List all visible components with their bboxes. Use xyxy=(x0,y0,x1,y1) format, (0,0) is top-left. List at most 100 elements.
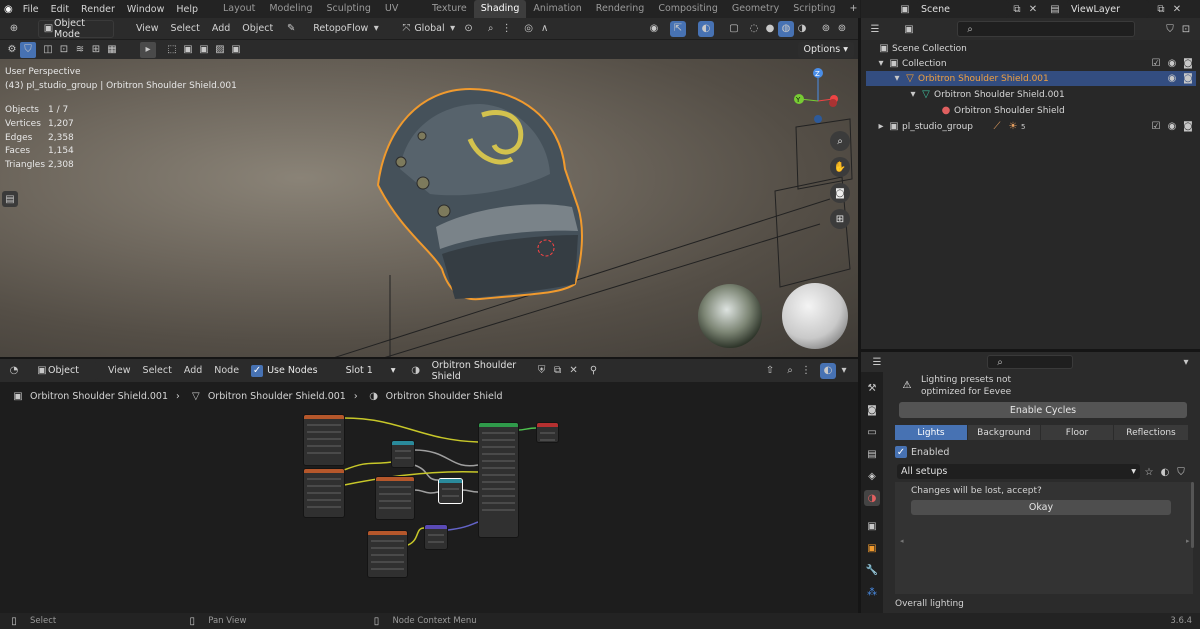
viewport-menu-select[interactable]: Select xyxy=(165,23,206,34)
duplicate-material-icon[interactable]: ⧉ xyxy=(550,363,566,379)
zoom-icon[interactable]: ⌕ xyxy=(830,131,850,151)
chevron-down-icon[interactable]: ▾ xyxy=(908,87,918,103)
collection-tab-icon[interactable]: ▣ xyxy=(864,518,880,534)
falloff-icon[interactable]: ∧ xyxy=(537,21,553,37)
properties-search-input[interactable]: ⌕ xyxy=(987,355,1073,369)
slot-selector[interactable]: Slot 1 ▾ xyxy=(341,361,400,380)
delete-view-layer-icon[interactable]: ✕ xyxy=(1169,1,1185,17)
ortho-grid-icon[interactable]: ⊞ xyxy=(830,209,850,229)
node-menu-view[interactable]: View xyxy=(102,365,137,376)
outliner-row-collection[interactable]: ▾ ▣ Collection ☑ ◉ ◙ xyxy=(866,56,1196,71)
chevron-down-icon[interactable]: ▾ xyxy=(1178,354,1194,370)
scene-icon[interactable]: ▣ xyxy=(897,1,913,17)
filter-icon[interactable]: ⛉ xyxy=(1162,21,1178,37)
checkbox-icon[interactable]: ☑ xyxy=(1148,56,1164,72)
tab-modeling[interactable]: Modeling xyxy=(262,0,319,18)
cursor-tool-icon[interactable]: ▸ xyxy=(140,41,156,58)
outliner-editor-type-icon[interactable]: ☰ xyxy=(867,21,883,37)
new-collection-icon[interactable]: ⊡ xyxy=(1178,21,1194,37)
transform-orientation-icon[interactable]: ⤧ xyxy=(398,21,414,37)
tab-texture-paint[interactable]: Texture Paint xyxy=(425,0,474,32)
gizmo-toggle-icon[interactable]: ⇱ xyxy=(670,20,686,37)
bump-node[interactable] xyxy=(424,524,448,550)
proportional-edit-icon[interactable]: ◎ xyxy=(521,21,537,37)
enabled-checkbox[interactable]: ✓ xyxy=(895,446,907,458)
shading-solid-icon[interactable]: ● xyxy=(762,21,778,37)
editor-type-icon[interactable]: ⊕ xyxy=(6,21,22,37)
tab-shading[interactable]: Shading xyxy=(473,0,527,18)
sidebar-toggle-icon[interactable]: ▤ xyxy=(2,191,18,207)
film-icon[interactable]: ▦ xyxy=(104,42,120,58)
3d-viewport[interactable]: Z Y User Perspective (43) pl_studio_grou… xyxy=(0,59,858,357)
menu-window[interactable]: Window xyxy=(121,4,170,15)
select-box-icon[interactable]: ⬚ xyxy=(164,42,180,58)
menu-file[interactable]: File xyxy=(17,4,45,15)
tab-uv-editing[interactable]: UV Editing xyxy=(378,0,425,32)
image-texture-node[interactable] xyxy=(303,468,345,518)
eye-icon[interactable]: ◉ xyxy=(1164,56,1180,72)
tab-compositing[interactable]: Compositing xyxy=(651,0,725,18)
properties-scrollbar[interactable] xyxy=(1191,482,1194,548)
new-view-layer-icon[interactable]: ⧉ xyxy=(1153,1,1169,17)
filter-icon[interactable]: ⛉ xyxy=(1173,464,1189,480)
tool-tab-icon[interactable]: ⚒ xyxy=(864,380,880,396)
shading-wireframe-icon[interactable]: ◌ xyxy=(746,21,762,37)
options-dropdown[interactable]: Options ▾ xyxy=(797,41,854,58)
object-tab-icon[interactable]: ▣ xyxy=(864,540,880,556)
mode-selector[interactable]: ▣ Object Mode xyxy=(38,18,114,40)
checkbox-icon[interactable]: ☑ xyxy=(1148,119,1164,135)
gear-icon[interactable]: ⚙ xyxy=(4,42,20,58)
modifier-tab-icon[interactable]: 🔧 xyxy=(864,562,880,578)
view-layer-icon[interactable]: ▤ xyxy=(1047,1,1063,17)
chevron-right-icon[interactable]: ▸ xyxy=(876,119,886,135)
fake-user-shield-icon[interactable]: ⛨ xyxy=(534,363,550,379)
scroll-right-icon[interactable]: ▸ xyxy=(1186,537,1190,545)
select-extend-icon[interactable]: ▣ xyxy=(180,42,196,58)
scene-tab-icon[interactable]: ◈ xyxy=(864,468,880,484)
viewport-menu-add[interactable]: Add xyxy=(206,23,236,34)
curve-icon[interactable]: ⊡ xyxy=(56,42,72,58)
node-editor-canvas[interactable] xyxy=(0,410,858,613)
tab-sculpting[interactable]: Sculpting xyxy=(320,0,378,18)
unlink-material-icon[interactable]: ✕ xyxy=(566,363,582,379)
particles-tab-icon[interactable]: ⁂ xyxy=(864,584,880,600)
setups-selector[interactable]: All setups ▾ xyxy=(897,464,1140,479)
material-output-node[interactable] xyxy=(536,422,559,443)
retopoflow-menu[interactable]: RetopoFlow xyxy=(313,23,368,34)
image-texture-node[interactable] xyxy=(303,414,345,466)
snap-icon[interactable]: ⌕ xyxy=(782,363,798,379)
eye-icon[interactable]: ◉ xyxy=(1164,119,1180,135)
camera-view-icon[interactable]: ◙ xyxy=(830,183,850,203)
snap-target-icon[interactable]: ⋮ xyxy=(798,363,814,379)
normal-map-node[interactable] xyxy=(438,478,463,504)
outliner-row-shield-mesh[interactable]: ▾ ▽ Orbitron Shoulder Shield.001 xyxy=(866,87,1196,102)
view-layer-selector[interactable]: ViewLayer xyxy=(1067,0,1149,18)
outliner-row-shield-object[interactable]: ▾ ▽ Orbitron Shoulder Shield.001 ◉ ◙ xyxy=(866,71,1196,86)
node-menu-add[interactable]: Add xyxy=(178,365,208,376)
tab-floor[interactable]: Floor xyxy=(1041,425,1113,440)
grease-icon[interactable]: ✎ xyxy=(283,21,299,37)
mesh-icon[interactable]: ◫ xyxy=(40,42,56,58)
eye-icon[interactable]: ◉ xyxy=(1164,71,1180,87)
tab-lights[interactable]: Lights xyxy=(895,425,967,440)
overlays-icon[interactable]: ◐ xyxy=(820,362,836,379)
scroll-left-icon[interactable]: ◂ xyxy=(900,537,904,545)
enabled-toggle[interactable]: ✓ Enabled xyxy=(895,446,949,458)
camera-icon[interactable]: ◙ xyxy=(1180,71,1196,87)
display-mode-icon[interactable]: ▣ xyxy=(901,21,917,37)
pin-icon[interactable]: ⚲ xyxy=(586,363,602,379)
viewport-overlay-toggle-icon[interactable]: ⊚ xyxy=(818,21,834,37)
world-tab-icon[interactable]: ◑ xyxy=(864,490,880,506)
scene-selector[interactable]: Scene xyxy=(917,0,1009,18)
outliner-search-input[interactable]: ⌕ xyxy=(957,21,1135,37)
overall-lighting-section[interactable]: Overall lighting xyxy=(895,599,964,609)
camera-icon[interactable]: ◙ xyxy=(1180,56,1196,72)
menu-edit[interactable]: Edit xyxy=(45,4,75,15)
delete-scene-icon[interactable]: ✕ xyxy=(1025,1,1041,17)
node-menu-select[interactable]: Select xyxy=(137,365,178,376)
image-texture-node[interactable] xyxy=(367,530,408,578)
overlays-icon[interactable]: ◐ xyxy=(698,20,714,37)
properties-editor-type-icon[interactable]: ☰ xyxy=(869,354,885,370)
tab-layout[interactable]: Layout xyxy=(216,0,262,18)
tab-scripting[interactable]: Scripting xyxy=(786,0,842,18)
